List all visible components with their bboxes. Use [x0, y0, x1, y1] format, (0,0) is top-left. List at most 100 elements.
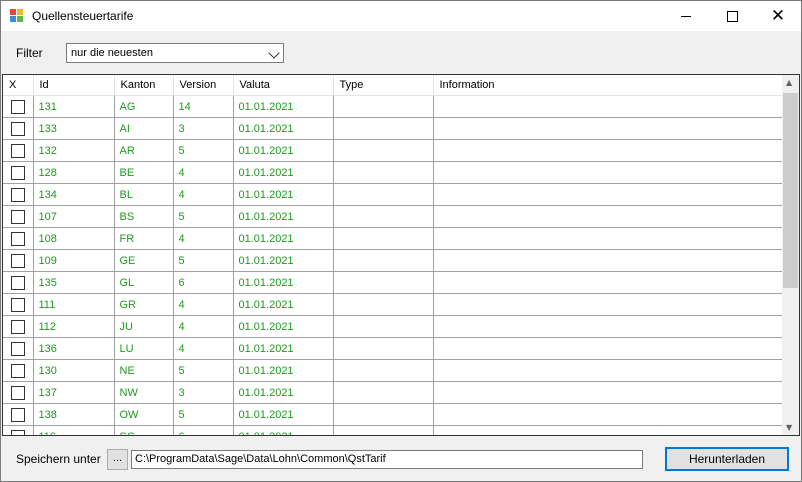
cell-kanton[interactable]: AG — [114, 95, 174, 118]
cell-valuta[interactable]: 01.01.2021 — [233, 381, 334, 404]
table-row[interactable]: 109 GE 5 01.01.2021 — [3, 249, 785, 272]
cell-id[interactable]: 138 — [33, 403, 115, 426]
cell-kanton[interactable]: BL — [114, 183, 174, 206]
cell-version[interactable]: 4 — [173, 293, 234, 316]
minimize-button[interactable] — [663, 1, 709, 31]
cell-id[interactable]: 109 — [33, 249, 115, 272]
cell-id[interactable]: 107 — [33, 205, 115, 228]
column-header-type[interactable]: Type — [333, 75, 434, 96]
cell-id[interactable]: 112 — [33, 315, 115, 338]
cell-id[interactable]: 108 — [33, 227, 115, 250]
row-select-cell[interactable] — [3, 359, 34, 382]
cell-kanton[interactable]: GR — [114, 293, 174, 316]
row-select-cell[interactable] — [3, 183, 34, 206]
row-select-cell[interactable] — [3, 161, 34, 184]
cell-type[interactable] — [333, 161, 434, 184]
close-button[interactable]: ✕ — [755, 1, 801, 31]
row-checkbox[interactable] — [10, 253, 25, 268]
cell-id[interactable]: 137 — [33, 381, 115, 404]
filter-dropdown[interactable]: nur die neuesten — [66, 43, 284, 63]
title-bar[interactable]: Quellensteuertarife ✕ — [1, 1, 801, 31]
cell-type[interactable] — [333, 205, 434, 228]
cell-type[interactable] — [333, 425, 434, 435]
cell-information[interactable] — [433, 95, 785, 118]
cell-information[interactable] — [433, 403, 785, 426]
cell-id[interactable]: 131 — [33, 95, 115, 118]
cell-version[interactable]: 5 — [173, 403, 234, 426]
cell-version[interactable]: 6 — [173, 425, 234, 435]
cell-valuta[interactable]: 01.01.2021 — [233, 249, 334, 272]
cell-id[interactable]: 128 — [33, 161, 115, 184]
scroll-up-icon[interactable]: ▲ — [786, 78, 792, 87]
row-select-cell[interactable] — [3, 293, 34, 316]
row-select-cell[interactable] — [3, 403, 34, 426]
row-checkbox[interactable] — [10, 407, 25, 422]
row-checkbox[interactable] — [10, 429, 25, 435]
cell-kanton[interactable]: NE — [114, 359, 174, 382]
cell-id[interactable]: 134 — [33, 183, 115, 206]
cell-type[interactable] — [333, 315, 434, 338]
cell-information[interactable] — [433, 315, 785, 338]
cell-version[interactable]: 5 — [173, 359, 234, 382]
row-checkbox[interactable] — [10, 165, 25, 180]
cell-kanton[interactable]: AI — [114, 117, 174, 140]
cell-information[interactable] — [433, 337, 785, 360]
cell-id[interactable]: 136 — [33, 337, 115, 360]
cell-version[interactable]: 4 — [173, 183, 234, 206]
cell-type[interactable] — [333, 227, 434, 250]
cell-information[interactable] — [433, 205, 785, 228]
row-checkbox[interactable] — [10, 187, 25, 202]
cell-kanton[interactable]: BE — [114, 161, 174, 184]
column-header-kanton[interactable]: Kanton — [114, 75, 174, 96]
cell-information[interactable] — [433, 271, 785, 294]
cell-id[interactable]: 130 — [33, 359, 115, 382]
chevron-down-icon[interactable] — [268, 47, 280, 59]
column-header-information[interactable]: Information — [433, 75, 785, 96]
row-checkbox[interactable] — [10, 99, 25, 114]
cell-information[interactable] — [433, 183, 785, 206]
row-checkbox[interactable] — [10, 385, 25, 400]
cell-valuta[interactable]: 01.01.2021 — [233, 139, 334, 162]
table-row[interactable]: 134 BL 4 01.01.2021 — [3, 183, 785, 206]
cell-type[interactable] — [333, 95, 434, 118]
table-row[interactable]: 128 BE 4 01.01.2021 — [3, 161, 785, 184]
cell-valuta[interactable]: 01.01.2021 — [233, 183, 334, 206]
row-select-cell[interactable] — [3, 95, 34, 118]
browse-button[interactable]: ... — [107, 449, 128, 470]
row-select-cell[interactable] — [3, 337, 34, 360]
table-row[interactable]: 111 GR 4 01.01.2021 — [3, 293, 785, 316]
table-row[interactable]: 107 BS 5 01.01.2021 — [3, 205, 785, 228]
cell-id[interactable]: 111 — [33, 293, 115, 316]
cell-kanton[interactable]: OW — [114, 403, 174, 426]
cell-valuta[interactable]: 01.01.2021 — [233, 425, 334, 435]
cell-id[interactable]: 133 — [33, 117, 115, 140]
table-row[interactable]: 132 AR 5 01.01.2021 — [3, 139, 785, 162]
table-row[interactable]: 108 FR 4 01.01.2021 — [3, 227, 785, 250]
download-button[interactable]: Herunterladen — [665, 447, 789, 471]
cell-information[interactable] — [433, 381, 785, 404]
row-select-cell[interactable] — [3, 205, 34, 228]
cell-type[interactable] — [333, 139, 434, 162]
cell-valuta[interactable]: 01.01.2021 — [233, 227, 334, 250]
column-header-version[interactable]: Version — [173, 75, 234, 96]
table-row[interactable]: 137 NW 3 01.01.2021 — [3, 381, 785, 404]
cell-version[interactable]: 5 — [173, 249, 234, 272]
scroll-down-icon[interactable]: ▼ — [786, 423, 792, 432]
table-row[interactable]: 135 GL 6 01.01.2021 — [3, 271, 785, 294]
cell-type[interactable] — [333, 249, 434, 272]
cell-version[interactable]: 4 — [173, 227, 234, 250]
cell-version[interactable]: 14 — [173, 95, 234, 118]
cell-type[interactable] — [333, 403, 434, 426]
cell-type[interactable] — [333, 337, 434, 360]
cell-valuta[interactable]: 01.01.2021 — [233, 95, 334, 118]
cell-version[interactable]: 3 — [173, 381, 234, 404]
cell-kanton[interactable]: LU — [114, 337, 174, 360]
save-path-input[interactable]: C:\ProgramData\Sage\Data\Lohn\Common\Qst… — [131, 450, 643, 469]
row-select-cell[interactable] — [3, 271, 34, 294]
row-checkbox[interactable] — [10, 209, 25, 224]
cell-kanton[interactable]: BS — [114, 205, 174, 228]
cell-valuta[interactable]: 01.01.2021 — [233, 271, 334, 294]
cell-valuta[interactable]: 01.01.2021 — [233, 337, 334, 360]
cell-valuta[interactable]: 01.01.2021 — [233, 315, 334, 338]
cell-kanton[interactable]: NW — [114, 381, 174, 404]
